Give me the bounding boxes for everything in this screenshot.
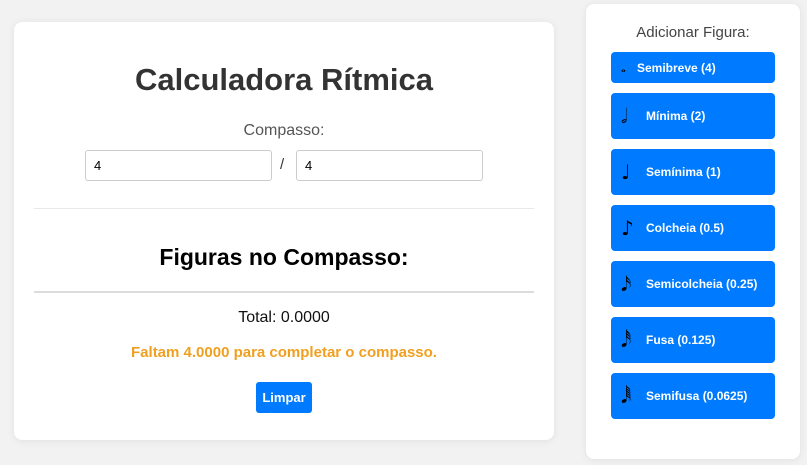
clear-button[interactable]: Limpar xyxy=(256,382,312,413)
quarter-note-icon: ♩ xyxy=(621,160,631,184)
whole-note-icon: 𝅝 xyxy=(621,60,626,75)
figures-heading: Figuras no Compasso: xyxy=(159,244,409,270)
remaining-warning: Faltam 4.0000 para completar o compasso. xyxy=(131,344,437,361)
sixteenth-note-icon: 𝅘𝅥𝅯 xyxy=(621,272,632,296)
add-fusa-button[interactable]: 𝅘𝅥𝅰 Fusa (0.125) xyxy=(611,317,775,363)
time-signature-separator: / xyxy=(280,156,285,173)
numerator-input[interactable] xyxy=(85,150,272,181)
figure-label: Colcheia (0.5) xyxy=(646,221,725,235)
divider xyxy=(34,291,534,293)
figure-label: Fusa (0.125) xyxy=(646,333,716,347)
add-colcheia-button[interactable]: ♪ Colcheia (0.5) xyxy=(611,205,775,251)
add-semicolcheia-button[interactable]: 𝅘𝅥𝅯 Semicolcheia (0.25) xyxy=(611,261,775,307)
add-minima-button[interactable]: 𝅗𝅥 Mínima (2) xyxy=(611,93,775,139)
figure-label: Semicolcheia (0.25) xyxy=(646,277,758,291)
add-figure-title: Adicionar Figura: xyxy=(636,24,750,41)
sixty-fourth-note-icon: 𝅘𝅥𝅱 xyxy=(621,384,632,408)
divider xyxy=(34,208,534,209)
add-figure-panel: Adicionar Figura: 𝅝 Semibreve (4) 𝅗𝅥 Mín… xyxy=(586,4,800,459)
eighth-note-icon: ♪ xyxy=(621,216,634,240)
total-text: Total: 0.0000 xyxy=(238,309,330,326)
calculator-panel: Calculadora Rítmica Compasso: / Figuras … xyxy=(14,22,554,440)
half-note-icon: 𝅗𝅥 xyxy=(621,104,628,128)
figure-label: Semifusa (0.0625) xyxy=(646,389,748,403)
figure-label: Semínima (1) xyxy=(646,165,721,179)
figure-label: Semibreve (4) xyxy=(637,60,716,75)
add-seminima-button[interactable]: ♩ Semínima (1) xyxy=(611,149,775,195)
compasso-label: Compasso: xyxy=(243,122,325,139)
add-semifusa-button[interactable]: 𝅘𝅥𝅱 Semifusa (0.0625) xyxy=(611,373,775,419)
page-title: Calculadora Rítmica xyxy=(134,62,434,97)
thirty-second-note-icon: 𝅘𝅥𝅰 xyxy=(621,328,632,352)
figure-label: Mínima (2) xyxy=(646,109,706,123)
denominator-input[interactable] xyxy=(296,150,483,181)
add-semibreve-button[interactable]: 𝅝 Semibreve (4) xyxy=(611,52,775,83)
